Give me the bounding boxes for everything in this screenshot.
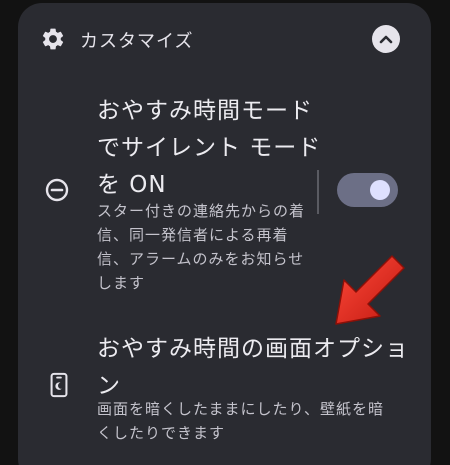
- description-line: 信、同一発信者による再着: [97, 226, 289, 244]
- dnd-setting-description: スター付きの連絡先からの着 信、同一発信者による再着 信、アラームのみをお知らせ…: [97, 199, 305, 295]
- section-title: カスタマイズ: [80, 31, 194, 52]
- divider: [317, 170, 319, 214]
- description-line: くしたりできます: [97, 424, 226, 442]
- screen-options-title: おやすみ時間の画面オプショ ン: [97, 331, 409, 405]
- customize-header[interactable]: カスタマイズ: [18, 3, 431, 75]
- red-arrow-annotation: [335, 255, 405, 325]
- do-not-disturb-icon: [45, 178, 69, 202]
- description-line: スター付きの連絡先からの着: [97, 202, 306, 220]
- title-line: おやすみ時間モード: [97, 98, 313, 124]
- collapse-button[interactable]: [372, 25, 400, 53]
- description-line: 画面を暗くしたままにしたり、壁紙を暗: [97, 400, 384, 418]
- screen: カスタマイズ おやすみ時間モード でサイレント モード を ON スター付きの連…: [0, 0, 450, 465]
- dnd-setting-title: おやすみ時間モード でサイレント モード を ON: [97, 93, 321, 204]
- title-line: おやすみ時間の画面オプショ: [97, 336, 409, 362]
- dnd-toggle[interactable]: [337, 173, 398, 207]
- phone-bedtime-icon: [50, 372, 68, 398]
- gear-icon: [42, 28, 64, 50]
- toggle-knob: [370, 180, 390, 200]
- description-line: します: [97, 274, 146, 292]
- title-line: でサイレント モード: [97, 135, 322, 161]
- customize-card: カスタマイズ おやすみ時間モード でサイレント モード を ON スター付きの連…: [18, 3, 431, 465]
- description-line: 信、アラームのみをお知らせ: [97, 250, 305, 268]
- chevron-up-icon: [379, 35, 393, 44]
- screen-options-description: 画面を暗くしたままにしたり、壁紙を暗 くしたりできます: [97, 397, 384, 445]
